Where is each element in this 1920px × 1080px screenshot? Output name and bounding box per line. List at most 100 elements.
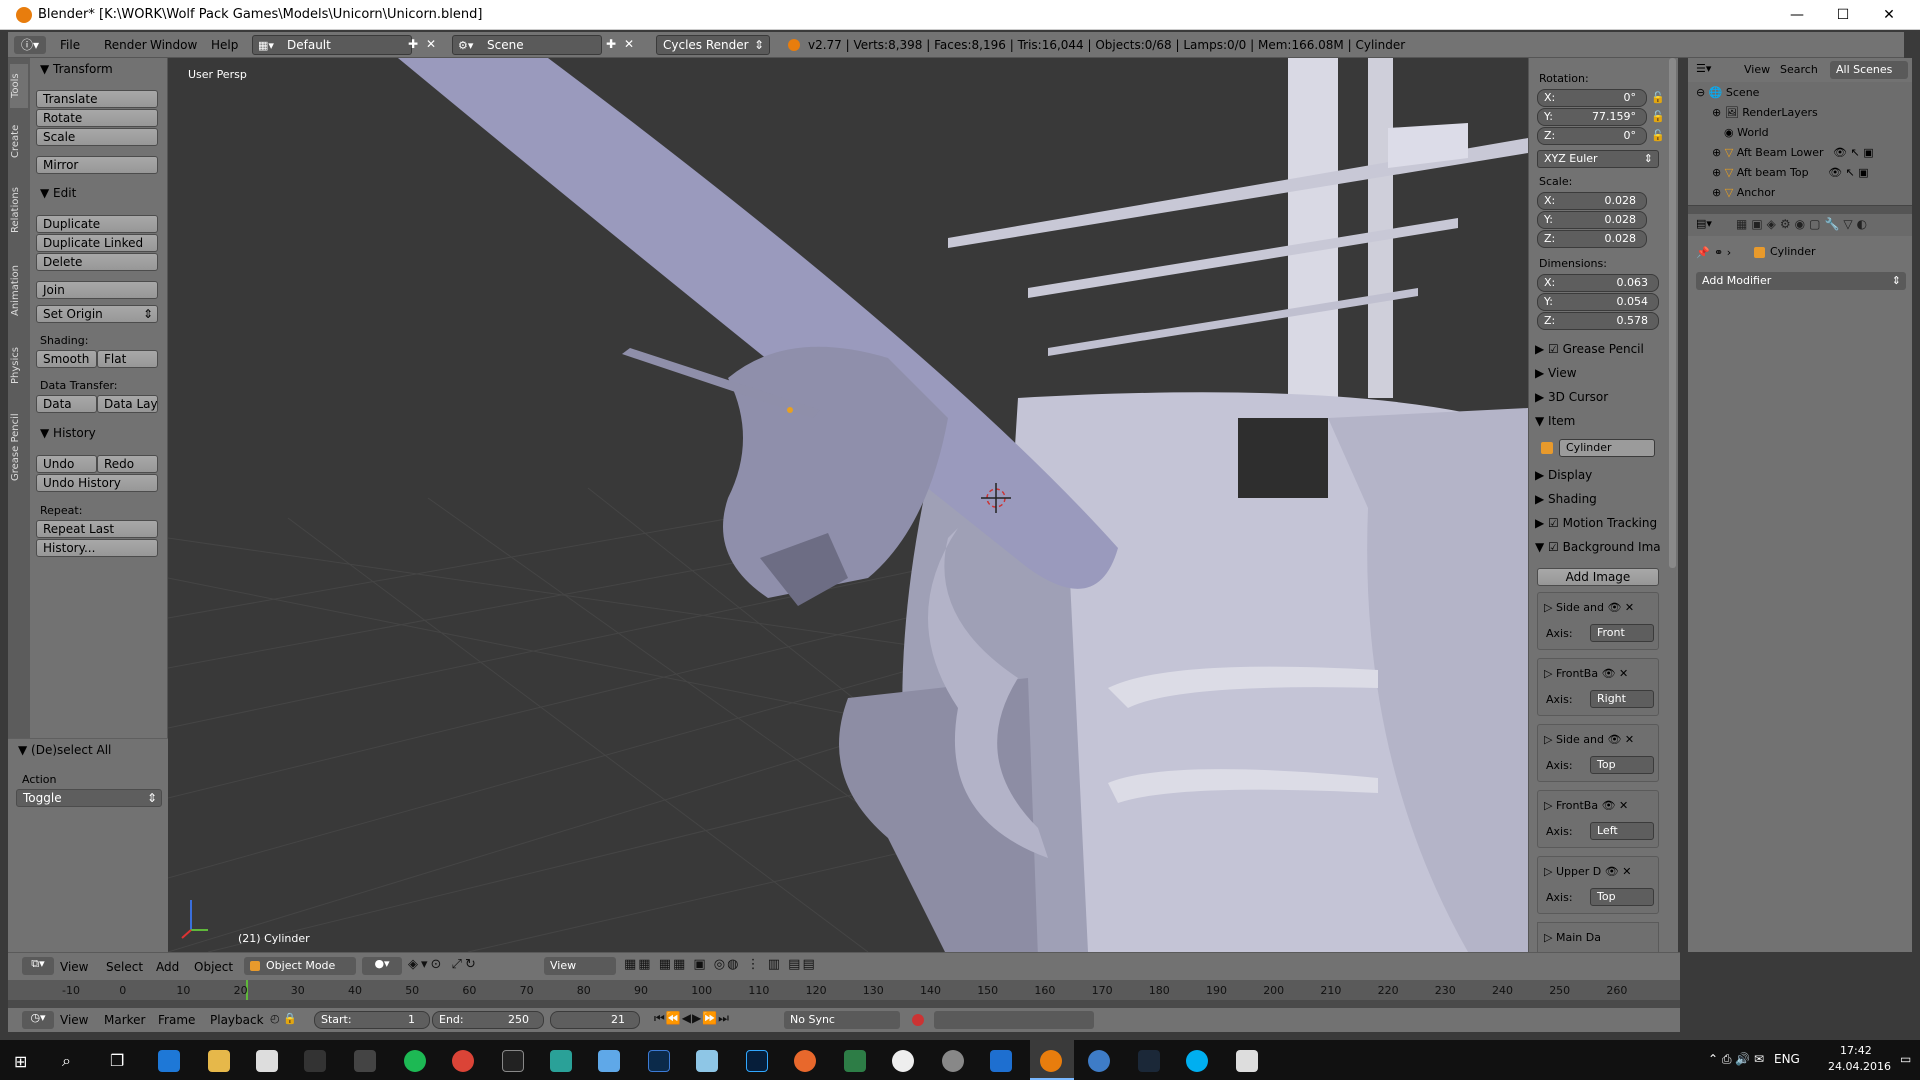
outliner-search-menu[interactable]: Search (1780, 63, 1818, 76)
tl-menu-playback[interactable]: Playback (210, 1013, 264, 1027)
tl-menu-marker[interactable]: Marker (104, 1013, 145, 1027)
clock-time[interactable]: 17:42 (1840, 1044, 1872, 1057)
app-icon[interactable] (550, 1050, 572, 1072)
bg-image-4-axis-select[interactable]: Left (1590, 822, 1654, 840)
properties-context-icons[interactable]: ▦▣◈⚙◉▢🔧▽◐ (1736, 217, 1871, 231)
tab-grease-pencil[interactable]: Grease Pencil (10, 402, 28, 492)
app-icon[interactable] (1088, 1050, 1110, 1072)
bg-image-5-axis-select[interactable]: Top (1590, 888, 1654, 906)
scale-x-field[interactable]: X: 0.028 (1537, 192, 1647, 210)
app-icon[interactable] (304, 1050, 326, 1072)
search-icon[interactable]: ⌕ (62, 1051, 71, 1071)
viewport-editor-icon[interactable]: ⧉▾ (22, 957, 54, 975)
item-name-field[interactable]: Cylinder (1559, 439, 1655, 457)
bg-image-3-header[interactable]: ▷ Side and 👁 ✕ (1544, 733, 1634, 746)
language-indicator[interactable]: ENG (1774, 1052, 1800, 1066)
bg-image-2-header[interactable]: ▷ FrontBa 👁 ✕ (1544, 667, 1628, 680)
bg-image-1-axis-select[interactable]: Front (1590, 624, 1654, 642)
screen-layout-field[interactable]: Default (252, 35, 412, 55)
shading-panel[interactable]: ▶ Shading (1535, 492, 1597, 514)
timeline-scrollbar[interactable] (8, 1000, 1680, 1008)
lock-icon[interactable]: 🔓 (1651, 91, 1665, 104)
app-icon[interactable] (354, 1050, 376, 1072)
flat-button[interactable]: Flat (97, 350, 158, 368)
translate-button[interactable]: Translate (36, 90, 158, 108)
scale-button[interactable]: Scale (36, 128, 158, 146)
shading-mode-select[interactable]: ●▾ (362, 957, 402, 975)
duplicate-button[interactable]: Duplicate (36, 215, 158, 233)
timeline[interactable]: -10 0 10 20 30 40 50 60 70 80 90 100 110 120 130 140 150… (8, 980, 1680, 1000)
menu-render[interactable]: Render (104, 38, 147, 52)
outliner-row-aft-beam-lower[interactable]: ⊕ ▽ Aft Beam Lower 👁 ↖ ▣ (1712, 146, 1874, 166)
outliner-editor-icon[interactable]: ☰▾ (1696, 62, 1711, 75)
outliner-row-world[interactable]: ◉ World (1724, 126, 1769, 146)
lock-icon[interactable]: 🔓 (1651, 129, 1665, 142)
rotation-z-field[interactable]: Z: 0° (1537, 127, 1647, 145)
delete-button[interactable]: Delete (36, 253, 158, 271)
notifications-icon[interactable]: ▭ (1900, 1052, 1911, 1066)
bg-image-3-axis-select[interactable]: Top (1590, 756, 1654, 774)
bg-image-4-header[interactable]: ▷ FrontBa 👁 ✕ (1544, 799, 1628, 812)
start-frame-field[interactable]: Start: 1 (314, 1011, 430, 1029)
record-icon[interactable] (912, 1014, 924, 1026)
data-layout-button[interactable]: Data Layo (97, 395, 158, 413)
vp-menu-select[interactable]: Select (106, 960, 143, 974)
history-button[interactable]: History... (36, 539, 158, 557)
scale-y-field[interactable]: Y: 0.028 (1537, 211, 1647, 229)
tab-physics[interactable]: Physics (10, 336, 28, 396)
maximize-button[interactable]: ☐ (1820, 0, 1866, 30)
rotation-mode-select[interactable]: XYZ Euler ⇕ (1537, 150, 1659, 168)
join-button[interactable]: Join (36, 281, 158, 299)
app-icon[interactable] (696, 1050, 718, 1072)
menu-window[interactable]: Window (150, 38, 197, 52)
redo-button[interactable]: Redo (97, 455, 158, 473)
app-icon[interactable] (942, 1050, 964, 1072)
7zip-icon[interactable] (502, 1050, 524, 1072)
end-frame-field[interactable]: End: 250 (432, 1011, 544, 1029)
outliner-row-scene[interactable]: ⊖ 🌐 Scene (1696, 86, 1759, 106)
properties-editor-icon[interactable]: ▤▾ (1696, 217, 1712, 230)
tl-menu-view[interactable]: View (60, 1013, 88, 1027)
add-image-button[interactable]: Add Image (1537, 568, 1659, 586)
grease-pencil-panel[interactable]: ▶ ☑ Grease Pencil (1535, 342, 1644, 364)
orientation-select[interactable]: View (544, 957, 616, 975)
operator-panel-header[interactable]: ▼ (De)select All (18, 743, 111, 757)
vp-menu-object[interactable]: Object (194, 960, 233, 974)
sync-mode-select[interactable]: No Sync (784, 1011, 900, 1029)
item-panel[interactable]: ▼ Item (1535, 414, 1575, 436)
repeat-last-button[interactable]: Repeat Last (36, 520, 158, 538)
store-icon[interactable] (256, 1050, 278, 1072)
scene-field[interactable]: Scene (452, 35, 602, 55)
remove-scene-icon[interactable]: ✕ (624, 37, 634, 51)
remove-layout-icon[interactable]: ✕ (426, 37, 436, 51)
undo-history-button[interactable]: Undo History (36, 474, 158, 492)
dimension-z-field[interactable]: Z: 0.578 (1537, 312, 1659, 330)
outliner-row-aft-beam-top[interactable]: ⊕ ▽ Aft beam Top 👁 ↖ ▣ (1712, 166, 1869, 186)
duplicate-linked-button[interactable]: Duplicate Linked (36, 234, 158, 252)
bg-image-2-axis-select[interactable]: Right (1590, 690, 1654, 708)
bg-image-5-header[interactable]: ▷ Upper D 👁 ✕ (1544, 865, 1631, 878)
tab-animation[interactable]: Animation (10, 252, 28, 330)
mirror-button[interactable]: Mirror (36, 156, 158, 174)
app-icon[interactable] (844, 1050, 866, 1072)
tray-icons[interactable]: ⌃ ⎙ 🔊 ✉ (1708, 1052, 1764, 1067)
app-icon[interactable] (892, 1050, 914, 1072)
app-icon[interactable] (990, 1050, 1012, 1072)
action-select[interactable]: Toggle ⇕ (16, 789, 162, 807)
dimension-x-field[interactable]: X: 0.063 (1537, 274, 1659, 292)
properties-scrollbar[interactable] (1669, 58, 1676, 568)
history-panel-header[interactable]: ▼ History (40, 426, 96, 440)
minimize-button[interactable]: — (1774, 0, 1820, 30)
app-icon[interactable] (598, 1050, 620, 1072)
timeline-editor-icon[interactable]: ◷▾ (22, 1011, 54, 1029)
photos-icon[interactable] (1236, 1050, 1258, 1072)
windows-start-icon[interactable]: ⊞ (14, 1052, 27, 1071)
file-explorer-icon[interactable] (208, 1050, 230, 1072)
edge-icon[interactable] (158, 1050, 180, 1072)
transform-panel-header[interactable]: ▼ Transform (40, 62, 113, 76)
layer-buttons[interactable]: ▦▦ ▦▦ ▣ ◎◍ ⋮ ▥ ▤▤ (624, 957, 817, 972)
rotate-button[interactable]: Rotate (36, 109, 158, 127)
tab-create[interactable]: Create (10, 114, 28, 168)
steam-icon[interactable] (1138, 1050, 1160, 1072)
vp-menu-add[interactable]: Add (156, 960, 179, 974)
